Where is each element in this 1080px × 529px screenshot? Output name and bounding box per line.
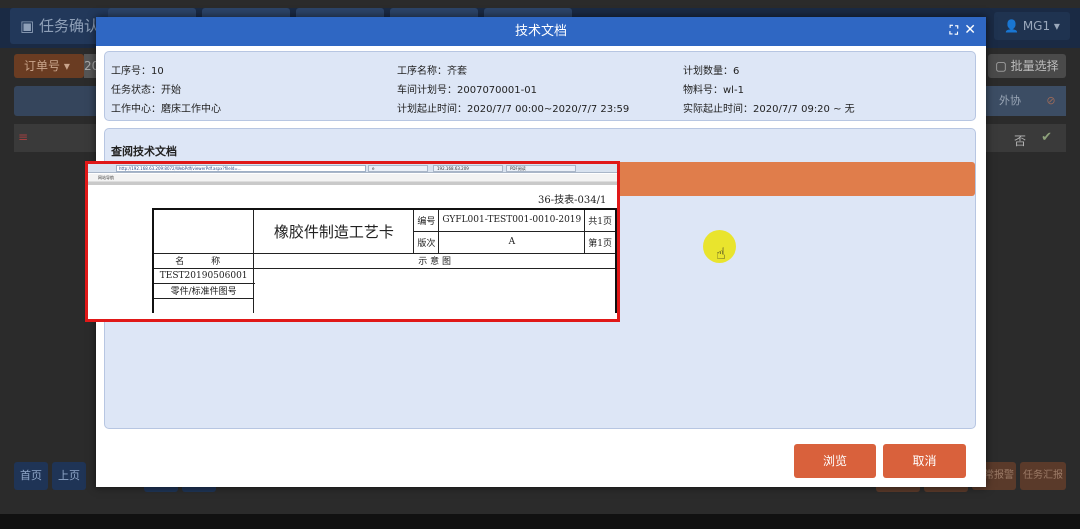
first-page-button[interactable]: 首页 bbox=[14, 462, 48, 490]
square-icon: ▢ bbox=[995, 59, 1011, 73]
caret-down-icon: ▾ bbox=[60, 59, 70, 73]
document-icon: ▣ bbox=[20, 17, 39, 35]
hand-pointer-icon: ☝ bbox=[716, 244, 726, 263]
browse-button[interactable]: 浏览 bbox=[794, 444, 876, 478]
browser-chrome: http://192.168.63.209:8072/WebPdf/viewer… bbox=[88, 164, 617, 180]
modal-title: 技术文档 bbox=[514, 24, 567, 39]
browser-url-bar[interactable]: http://192.168.63.209:8072/WebPdf/viewer… bbox=[116, 165, 366, 172]
process-name: 工序名称：齐套 bbox=[397, 66, 467, 77]
refresh-icon[interactable]: ⊘ bbox=[1036, 86, 1066, 116]
taskbar bbox=[0, 514, 1080, 529]
check-icon[interactable]: ✔ bbox=[1041, 130, 1052, 145]
row-status: 否 bbox=[1013, 134, 1026, 148]
doc-preview: http://192.168.63.209:8072/WebPdf/viewer… bbox=[85, 161, 620, 322]
diagram-label: 示 意 图 bbox=[253, 252, 617, 269]
name-label: 名 称 bbox=[152, 252, 255, 269]
number-label: 编号 bbox=[413, 208, 440, 232]
caret-down-icon: ▾ bbox=[1050, 19, 1060, 33]
plan-time: 计划起止时间：2020/7/7 00:00~2020/7/7 23:59 bbox=[397, 104, 630, 115]
process-no: 工序号：10 bbox=[111, 66, 164, 77]
part-label: 零件/标准件图号 bbox=[152, 282, 255, 299]
browser-tab[interactable]: 192.168.63.209 bbox=[433, 165, 503, 172]
part-code: TEST20190506001 bbox=[152, 267, 255, 284]
browser-tab[interactable]: PDF阅读 bbox=[506, 165, 576, 172]
external-button[interactable]: 外协 bbox=[984, 86, 1036, 116]
order-dropdown[interactable]: 订单号 ▾ bbox=[14, 54, 84, 78]
user-icon: 👤 bbox=[1004, 19, 1023, 33]
number-value: GYFL001-TEST001-0010-2019 bbox=[438, 208, 586, 232]
browser-nav-buttons[interactable] bbox=[90, 165, 112, 180]
actual-time: 实际起止时间：2020/7/7 09:20 ~ 无 bbox=[683, 104, 855, 115]
plan-qty: 计划数量：6 bbox=[683, 66, 740, 77]
modal-header: 技术文档 ⛶ ✕ bbox=[96, 17, 986, 46]
doc-code: 36-技表-034/1 bbox=[538, 195, 607, 206]
doc-section-title: 查阅技术文档 bbox=[111, 145, 177, 158]
favorites-bar: 网站导航 bbox=[88, 174, 617, 182]
favorite-link[interactable]: 网站导航 bbox=[98, 175, 114, 180]
menu-icon[interactable]: ≡ bbox=[18, 130, 28, 144]
pdf-toolbar bbox=[88, 182, 617, 185]
work-center: 工作中心：磨床工作中心 bbox=[111, 104, 221, 115]
close-icon[interactable]: ✕ bbox=[964, 22, 976, 38]
version-label: 版次 bbox=[413, 230, 440, 254]
task-status: 任务状态：开始 bbox=[111, 85, 181, 96]
prev-page-button[interactable]: 上页 bbox=[52, 462, 86, 490]
browser-tab[interactable]: e bbox=[368, 165, 428, 172]
card-title: 橡胶件制造工艺卡 bbox=[253, 208, 415, 254]
task-report-button[interactable]: 任务汇报 bbox=[1020, 462, 1066, 490]
process-card-table: 橡胶件制造工艺卡 编号 GYFL001-TEST001-0010-2019 共1… bbox=[152, 208, 617, 313]
expand-icon[interactable]: ⛶ bbox=[950, 23, 958, 38]
page-no: 第1页 bbox=[584, 230, 617, 254]
cancel-button[interactable]: 取消 bbox=[883, 444, 966, 478]
total-pages: 共1页 bbox=[584, 208, 617, 232]
material-no: 物料号：wl-1 bbox=[683, 85, 744, 96]
task-info-panel: 工序号：10 工序名称：齐套 计划数量：6 任务状态：开始 车间计划号：2007… bbox=[104, 51, 976, 121]
version-value: A bbox=[438, 230, 586, 254]
user-menu[interactable]: 👤 MG1 ▾ bbox=[994, 12, 1070, 40]
batch-select-button[interactable]: ▢ 批量选择 bbox=[988, 54, 1066, 78]
workshop-plan-no: 车间计划号：2007070001-01 bbox=[397, 85, 537, 96]
